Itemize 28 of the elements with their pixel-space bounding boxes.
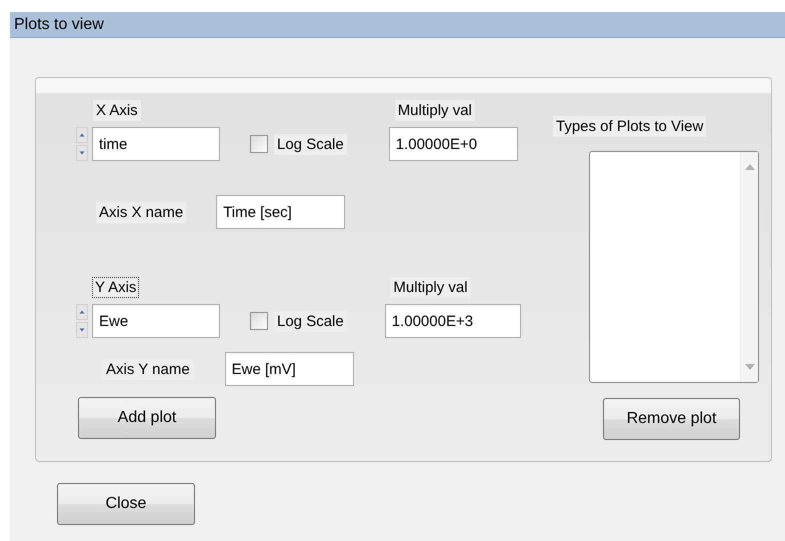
spin-down-button[interactable] bbox=[76, 145, 88, 161]
axis-name-label: Axis X name bbox=[96, 202, 186, 222]
axis-label: X Axis bbox=[93, 100, 141, 120]
axis-field[interactable]: time bbox=[92, 127, 220, 161]
multiply-field[interactable]: 1.00000E+0 bbox=[388, 127, 518, 161]
log-scale-label: Log Scale bbox=[274, 310, 347, 332]
multiply-field[interactable]: 1.00000E+3 bbox=[384, 304, 521, 338]
add-plot-button[interactable]: Add plot bbox=[78, 397, 216, 439]
close-button[interactable]: Close bbox=[57, 483, 195, 525]
list-label: Types of Plots to View bbox=[553, 116, 706, 136]
multiply-label: Multiply val bbox=[394, 100, 475, 120]
spin-up-button[interactable] bbox=[76, 127, 88, 143]
log-scale-checkbox[interactable] bbox=[250, 135, 268, 153]
spin-down-button[interactable] bbox=[76, 322, 88, 338]
log-scale-checkbox[interactable] bbox=[250, 312, 268, 330]
axis-field[interactable]: Ewe bbox=[92, 304, 220, 338]
spin-up-button[interactable] bbox=[76, 304, 88, 320]
axis-name-field[interactable]: Time [sec] bbox=[216, 195, 346, 229]
remove-plot-button[interactable]: Remove plot bbox=[603, 398, 740, 440]
axis-name-field[interactable]: Ewe [mV] bbox=[224, 352, 354, 386]
window-title: Plots to view bbox=[10, 12, 785, 38]
log-scale-label: Log Scale bbox=[274, 134, 347, 154]
scroll-down-icon bbox=[744, 364, 754, 370]
scrollbar[interactable] bbox=[740, 152, 758, 382]
multiply-label: Multiply val bbox=[390, 276, 471, 298]
scroll-up-icon bbox=[744, 164, 754, 170]
plot-types-list[interactable] bbox=[589, 151, 759, 383]
axis-label: Y Axis bbox=[92, 276, 140, 298]
